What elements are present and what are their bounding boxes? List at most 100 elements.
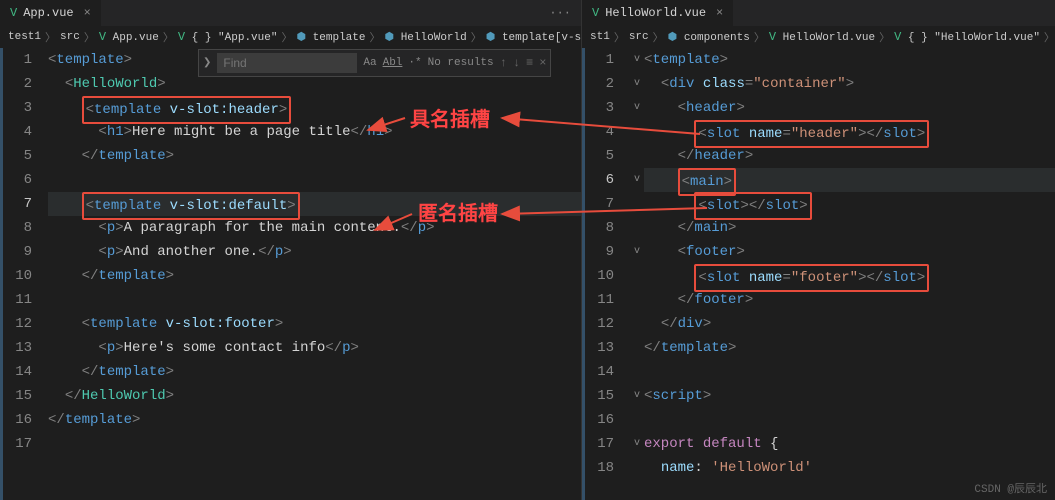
find-prev-icon[interactable]: ↑ bbox=[500, 56, 507, 70]
fold-icon[interactable] bbox=[630, 120, 644, 144]
code-line[interactable] bbox=[48, 432, 581, 456]
fold-icon[interactable]: v bbox=[630, 168, 644, 192]
code-line[interactable]: <main> bbox=[644, 168, 1055, 192]
tab-label: HelloWorld.vue bbox=[605, 6, 706, 20]
fold-icon[interactable] bbox=[630, 264, 644, 288]
regex-icon[interactable]: ·* bbox=[408, 57, 421, 69]
code-line[interactable] bbox=[48, 168, 581, 192]
line-number: 18 bbox=[582, 456, 614, 480]
breadcrumb-left[interactable]: test1〉src〉V App.vue〉V { } "App.vue"〉⬢ te… bbox=[0, 26, 581, 48]
line-number: 11 bbox=[0, 288, 32, 312]
code-line[interactable]: <slot name="header"></slot> bbox=[644, 120, 1055, 144]
line-number: 10 bbox=[582, 264, 614, 288]
fold-icon[interactable] bbox=[630, 312, 644, 336]
code-line[interactable]: </template> bbox=[48, 144, 581, 168]
editor-left[interactable]: 1234567891011121314151617 <template> <He… bbox=[0, 48, 581, 500]
line-number: 2 bbox=[0, 72, 32, 96]
line-number: 3 bbox=[0, 96, 32, 120]
code-line[interactable]: <script> bbox=[644, 384, 1055, 408]
line-number: 15 bbox=[582, 384, 614, 408]
fold-icon[interactable]: v bbox=[630, 240, 644, 264]
fold-icon[interactable] bbox=[630, 336, 644, 360]
code-line[interactable]: <div class="container"> bbox=[644, 72, 1055, 96]
code-line[interactable] bbox=[644, 408, 1055, 432]
code-line[interactable]: <header> bbox=[644, 96, 1055, 120]
find-widget[interactable]: ❯ Aa Abl ·* No results ↑ ↓ ≡ × bbox=[198, 49, 551, 77]
line-number: 2 bbox=[582, 72, 614, 96]
match-case-icon[interactable]: Aa bbox=[363, 57, 376, 69]
fold-icon[interactable] bbox=[630, 192, 644, 216]
code-line[interactable]: <template> bbox=[644, 48, 1055, 72]
code-line[interactable]: <p>Here's some contact info</p> bbox=[48, 336, 581, 360]
fold-icon[interactable] bbox=[630, 456, 644, 480]
line-number: 8 bbox=[582, 216, 614, 240]
line-number: 6 bbox=[0, 168, 32, 192]
code-line[interactable]: </HelloWorld> bbox=[48, 384, 581, 408]
line-number: 10 bbox=[0, 264, 32, 288]
code-line[interactable]: </template> bbox=[48, 408, 581, 432]
tab-bar-right: V HelloWorld.vue × bbox=[582, 0, 1055, 26]
code-line[interactable]: export default { bbox=[644, 432, 1055, 456]
chevron-right-icon[interactable]: ❯ bbox=[203, 57, 211, 69]
find-close-icon[interactable]: × bbox=[539, 56, 546, 70]
code-line[interactable]: <template v-slot:footer> bbox=[48, 312, 581, 336]
line-number: 17 bbox=[582, 432, 614, 456]
watermark: CSDN @辰辰北 bbox=[974, 480, 1047, 496]
close-icon[interactable]: × bbox=[716, 6, 723, 20]
find-next-icon[interactable]: ↓ bbox=[513, 56, 520, 70]
code-line[interactable]: <footer> bbox=[644, 240, 1055, 264]
line-number: 13 bbox=[0, 336, 32, 360]
line-number: 15 bbox=[0, 384, 32, 408]
fold-icon[interactable] bbox=[630, 144, 644, 168]
code-line[interactable]: <template v-slot:default> bbox=[48, 192, 581, 216]
code-line[interactable]: <template v-slot:header> bbox=[48, 96, 581, 120]
fold-icon[interactable]: v bbox=[630, 432, 644, 456]
line-number: 16 bbox=[582, 408, 614, 432]
fold-icon[interactable]: v bbox=[630, 72, 644, 96]
find-input[interactable] bbox=[217, 53, 357, 73]
code-line[interactable] bbox=[644, 360, 1055, 384]
code-line[interactable]: <slot name="footer"></slot> bbox=[644, 264, 1055, 288]
code-line[interactable]: <slot></slot> bbox=[644, 192, 1055, 216]
tab-bar-left: V App.vue × ··· bbox=[0, 0, 581, 26]
code-line[interactable]: <h1>Here might be a page title</h1> bbox=[48, 120, 581, 144]
line-number: 9 bbox=[0, 240, 32, 264]
code-line[interactable]: name: 'HelloWorld' bbox=[644, 456, 1055, 480]
fold-icon[interactable] bbox=[630, 360, 644, 384]
annotation-named-slot: 具名插槽 bbox=[410, 103, 490, 132]
editor-right[interactable]: 123456789101112131415161718 vvvvvvv <tem… bbox=[582, 48, 1055, 500]
code-line[interactable]: <p>A paragraph for the main content.</p> bbox=[48, 216, 581, 240]
fold-icon[interactable]: v bbox=[630, 384, 644, 408]
line-number: 1 bbox=[0, 48, 32, 72]
line-number: 5 bbox=[582, 144, 614, 168]
code-line[interactable] bbox=[48, 288, 581, 312]
fold-icon[interactable] bbox=[630, 408, 644, 432]
code-line[interactable]: </template> bbox=[644, 336, 1055, 360]
line-number: 4 bbox=[582, 120, 614, 144]
code-line[interactable]: </main> bbox=[644, 216, 1055, 240]
fold-icon[interactable]: v bbox=[630, 96, 644, 120]
fold-icon[interactable]: v bbox=[630, 48, 644, 72]
whole-word-icon[interactable]: Abl bbox=[383, 57, 403, 69]
fold-icon[interactable] bbox=[630, 216, 644, 240]
line-number: 1 bbox=[582, 48, 614, 72]
code-line[interactable]: </div> bbox=[644, 312, 1055, 336]
close-icon[interactable]: × bbox=[84, 6, 91, 20]
tab-label: App.vue bbox=[23, 6, 73, 20]
line-number: 14 bbox=[0, 360, 32, 384]
tab-helloworld-vue[interactable]: V HelloWorld.vue × bbox=[582, 0, 734, 26]
vue-icon: V bbox=[10, 6, 17, 20]
line-number: 5 bbox=[0, 144, 32, 168]
find-results: No results bbox=[428, 57, 494, 69]
breadcrumb-right[interactable]: st1〉src〉⬢ components〉V HelloWorld.vue〉V … bbox=[582, 26, 1055, 48]
fold-icon[interactable] bbox=[630, 288, 644, 312]
annotation-anon-slot: 匿名插槽 bbox=[418, 197, 498, 226]
code-line[interactable]: <p>And another one.</p> bbox=[48, 240, 581, 264]
code-line[interactable]: </template> bbox=[48, 360, 581, 384]
line-number: 12 bbox=[582, 312, 614, 336]
find-selection-icon[interactable]: ≡ bbox=[526, 56, 533, 70]
line-number: 6 bbox=[582, 168, 614, 192]
tab-app-vue[interactable]: V App.vue × bbox=[0, 0, 102, 26]
code-line[interactable]: </template> bbox=[48, 264, 581, 288]
tab-overflow-icon[interactable]: ··· bbox=[539, 6, 581, 20]
